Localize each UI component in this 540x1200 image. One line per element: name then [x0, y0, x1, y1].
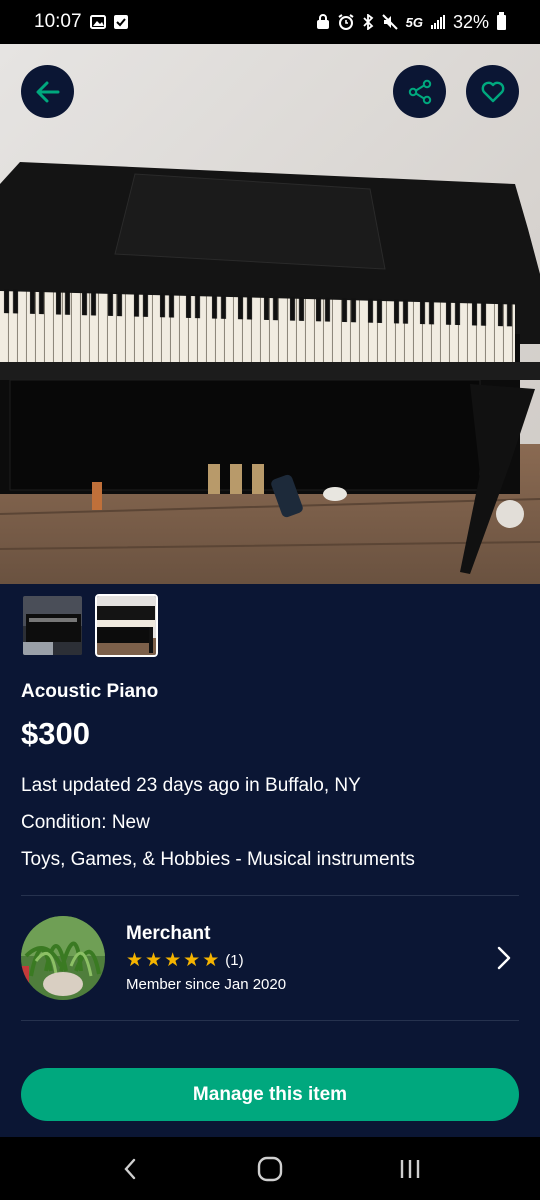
member-since: Member since Jan 2020 [126, 976, 287, 993]
star-icon: ★ [145, 950, 163, 971]
battery-icon [497, 11, 506, 30]
signal-icon [430, 15, 445, 29]
star-icon: ★ [183, 950, 201, 971]
divider-top [21, 895, 519, 896]
thumbnail-2[interactable] [95, 594, 158, 657]
star-icon: ★ [202, 950, 220, 971]
back-button[interactable] [21, 65, 74, 118]
mute-icon [381, 14, 398, 30]
divider-bottom [21, 1020, 519, 1021]
nav-recents-button[interactable] [380, 1144, 440, 1194]
merchant-card[interactable]: Merchant ★ ★ ★ ★ ★ (1) Member since Jan … [21, 912, 519, 1004]
manage-item-button[interactable]: Manage this item [21, 1068, 519, 1121]
share-button[interactable] [393, 65, 446, 118]
thumbnail-2-image [97, 596, 156, 655]
status-bar: 10:07 5G 32% [0, 0, 540, 44]
chevron-right-icon[interactable] [489, 943, 519, 973]
listing-title: Acoustic Piano [21, 681, 159, 702]
check-notification-icon [113, 15, 128, 29]
battery-percent: 32% [452, 11, 489, 32]
network-type: 5G [405, 14, 423, 30]
lock-alarm-icon [316, 14, 330, 30]
listing-photo[interactable] [0, 44, 540, 584]
merchant-rating: ★ ★ ★ ★ ★ (1) [126, 951, 489, 970]
merchant-avatar-image [21, 916, 105, 1000]
avatar [21, 916, 105, 1000]
thumbnail-strip [21, 594, 158, 657]
condition: Condition: New [21, 812, 150, 833]
arrow-left-icon [36, 81, 59, 102]
share-icon [408, 79, 431, 104]
listing-price: $300 [21, 716, 90, 751]
favorite-button[interactable] [466, 65, 519, 118]
last-updated: Last updated 23 days ago in Buffalo, NY [21, 775, 361, 796]
thumbnail-1[interactable] [21, 594, 84, 657]
star-icon: ★ [126, 950, 144, 971]
thumbnail-1-image [23, 596, 82, 655]
nav-home-button[interactable] [240, 1144, 300, 1194]
gallery-notification-icon [89, 15, 106, 29]
bluetooth-icon [362, 14, 374, 30]
star-icon: ★ [164, 950, 182, 971]
nav-recents-icon [400, 1159, 420, 1178]
nav-home-icon [257, 1156, 283, 1181]
nav-back-button[interactable] [100, 1144, 160, 1194]
rating-count: (1) [225, 952, 244, 969]
alarm-icon [338, 14, 354, 30]
piano-photo [0, 44, 540, 584]
system-nav-bar [0, 1137, 540, 1200]
category: Toys, Games, & Hobbies - Musical instrum… [21, 849, 415, 870]
nav-back-icon [124, 1158, 136, 1179]
status-time: 10:07 [34, 11, 82, 32]
merchant-name: Merchant [126, 923, 211, 944]
heart-icon [481, 81, 504, 102]
